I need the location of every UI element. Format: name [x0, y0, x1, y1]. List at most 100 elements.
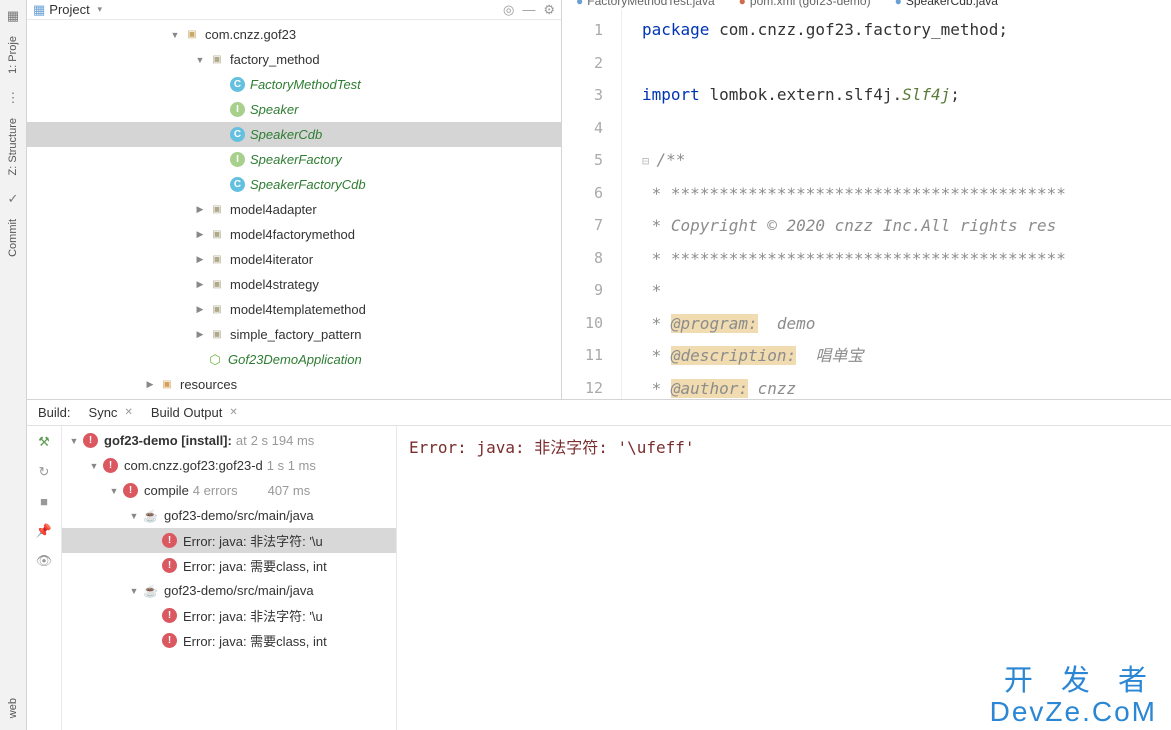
code-comment: * **************************************… — [642, 184, 1066, 203]
code-comment: cnzz — [748, 379, 796, 398]
project-title: Project — [49, 2, 89, 17]
build-tab-sync[interactable]: Sync ✕ — [81, 402, 141, 423]
tree-label: FactoryMethodTest — [250, 77, 361, 92]
build-tree[interactable]: ▼!gof23-demo [install]: at 2 s 194 ms ▼!… — [62, 426, 397, 730]
tab-project[interactable]: 1: Proje — [3, 28, 23, 82]
tree-node-folder[interactable]: ▶▣model4factorymethod — [27, 222, 561, 247]
tree-node-folder[interactable]: ▼ ▣ factory_method — [27, 47, 561, 72]
chevron-down-icon: ▼ — [169, 29, 181, 41]
stop-icon[interactable]: ■ — [40, 494, 48, 509]
minus-icon[interactable]: — — [522, 2, 535, 18]
target-icon[interactable]: ◎ — [503, 2, 514, 18]
class-icon: C — [230, 177, 245, 192]
build-msg: 4 errors — [193, 483, 238, 498]
doc-tag: @author: — [671, 379, 748, 398]
build-row-error[interactable]: !Error: java: 需要class, int — [62, 628, 396, 653]
code-comment: * — [642, 346, 671, 365]
build-label: gof23-demo/src/main/java — [164, 583, 314, 598]
left-tool-gutter: ▦ 1: Proje ⋮ Z: Structure ✓ Commit web — [0, 0, 27, 730]
build-row-file[interactable]: ▼☕gof23-demo/src/main/java — [62, 578, 396, 603]
commit-icon: ✓ — [5, 191, 21, 207]
chevron-right-icon: ▶ — [194, 229, 206, 241]
spring-icon: ⬡ — [207, 352, 223, 368]
gear-icon[interactable]: ⚙ — [543, 2, 555, 18]
build-row-error[interactable]: !Error: java: 非法字符: '\u — [62, 603, 396, 628]
tree-node-folder[interactable]: ▶▣model4adapter — [27, 197, 561, 222]
tree-node-spring-app[interactable]: ⬡ Gof23DemoApplication — [27, 347, 561, 372]
tree-node-resources[interactable]: ▶ ▣ resources — [27, 372, 561, 397]
tree-label: com.cnzz.gof23 — [205, 27, 296, 42]
tab-label: pom.xml (gof23-demo) — [750, 0, 871, 8]
java-icon: ☕ — [143, 508, 158, 523]
build-row-file[interactable]: ▼☕gof23-demo/src/main/java — [62, 503, 396, 528]
tree-node-class-selected[interactable]: C SpeakerCdb — [27, 122, 561, 147]
structure-icon: ⋮ — [5, 90, 21, 106]
code-comment: * — [642, 314, 671, 333]
line-number-gutter[interactable]: 123456789101112 — [562, 10, 622, 399]
close-icon[interactable]: ✕ — [229, 407, 237, 418]
project-tree[interactable]: ▼ ▣ com.cnzz.gof23 ▼ ▣ factory_method C … — [27, 20, 561, 399]
editor-tab[interactable]: ●pom.xml (gof23-demo) — [729, 0, 881, 10]
tree-label: simple_factory_pattern — [230, 327, 362, 342]
build-tab-output[interactable]: Build Output✕ — [143, 402, 246, 423]
java-icon: ● — [895, 0, 902, 8]
hammer-icon[interactable]: ⚒ — [38, 434, 50, 450]
chevron-right-icon: ▶ — [194, 329, 206, 341]
code-editor[interactable]: package com.cnzz.gof23.factory_method; i… — [622, 10, 1171, 399]
chevron-down-icon[interactable]: ▾ — [94, 4, 106, 16]
build-row-compile[interactable]: ▼!compile4 errors407 ms — [62, 478, 396, 503]
build-row-root[interactable]: ▼!gof23-demo [install]: at 2 s 194 ms — [62, 428, 396, 453]
tree-node-interface[interactable]: I Speaker — [27, 97, 561, 122]
tab-label: Sync — [89, 405, 118, 420]
build-row-module[interactable]: ▼!com.cnzz.gof23:gof23-d1 s 1 ms — [62, 453, 396, 478]
tree-node-folder[interactable]: ▶▣ simple_factory_pattern — [27, 322, 561, 347]
chevron-down-icon: ▼ — [128, 585, 140, 597]
tab-label: FactoryMethodTest.java — [587, 0, 714, 8]
close-icon[interactable]: ✕ — [124, 407, 132, 418]
build-actions-col: ⚒ ↻ ■ 📌 👁 — [27, 426, 62, 730]
editor-tab[interactable]: ●FactoryMethodTest.java — [566, 0, 725, 10]
pin-icon[interactable]: 📌 — [36, 523, 52, 539]
tab-label: SpeakerCdb.java — [906, 0, 998, 8]
build-error-text: Error: java: 非法字符: '\u — [183, 606, 323, 625]
build-time: 1 s 1 ms — [267, 458, 316, 473]
folder-icon: ▦ — [5, 8, 21, 24]
error-icon: ! — [162, 558, 177, 573]
tree-label: model4strategy — [230, 277, 319, 292]
tab-commit[interactable]: Commit — [3, 211, 23, 265]
error-icon: ! — [103, 458, 118, 473]
tree-node-interface[interactable]: I SpeakerFactory — [27, 147, 561, 172]
tree-node-class[interactable]: C SpeakerFactoryCdb — [27, 172, 561, 197]
tab-web[interactable]: web — [3, 690, 23, 726]
editor-tab-strip: ●FactoryMethodTest.java ●pom.xml (gof23-… — [562, 0, 1171, 10]
tree-node-folder[interactable]: ▶▣model4templatemethod — [27, 297, 561, 322]
code-class: Slf4j — [902, 85, 950, 104]
chevron-down-icon: ▼ — [88, 460, 100, 472]
tree-label: SpeakerCdb — [250, 127, 322, 142]
tree-node-folder[interactable]: ▶▣model4iterator — [27, 247, 561, 272]
class-icon: C — [230, 77, 245, 92]
build-message-pane[interactable]: Error: java: 非法字符: '\ufeff' — [397, 426, 1171, 730]
build-row-error[interactable]: ! Error: java: 需要class, int — [62, 553, 396, 578]
tree-label: resources — [180, 377, 237, 392]
chevron-right-icon: ▶ — [194, 279, 206, 291]
chevron-down-icon: ▼ — [194, 54, 206, 66]
tab-structure[interactable]: Z: Structure — [3, 110, 23, 183]
folder-icon: ▣ — [209, 327, 225, 343]
eye-icon[interactable]: 👁 — [36, 553, 53, 569]
code-comment: * — [642, 379, 671, 398]
build-error-text: Error: java: 需要class, int — [183, 556, 327, 575]
editor-tab-active[interactable]: ● SpeakerCdb.java — [885, 0, 1008, 10]
tree-node-folder[interactable]: ▶▣model4strategy — [27, 272, 561, 297]
build-panel: Build: Sync✕ Build Output✕ ⚒ ↻ ■ 📌 👁 ▼!g… — [27, 400, 1171, 730]
build-label: compile — [144, 483, 189, 498]
rerun-icon[interactable]: ↻ — [39, 464, 50, 480]
tree-node-package[interactable]: ▼ ▣ com.cnzz.gof23 — [27, 22, 561, 47]
editor-area: ●FactoryMethodTest.java ●pom.xml (gof23-… — [562, 0, 1171, 399]
chevron-right-icon: ▶ — [194, 254, 206, 266]
tree-node-class[interactable]: C FactoryMethodTest — [27, 72, 561, 97]
code-comment: demo — [758, 314, 816, 333]
tree-label: model4factorymethod — [230, 227, 355, 242]
fold-icon[interactable]: ⊟ — [642, 154, 656, 168]
build-row-error-selected[interactable]: !Error: java: 非法字符: '\u — [62, 528, 396, 553]
